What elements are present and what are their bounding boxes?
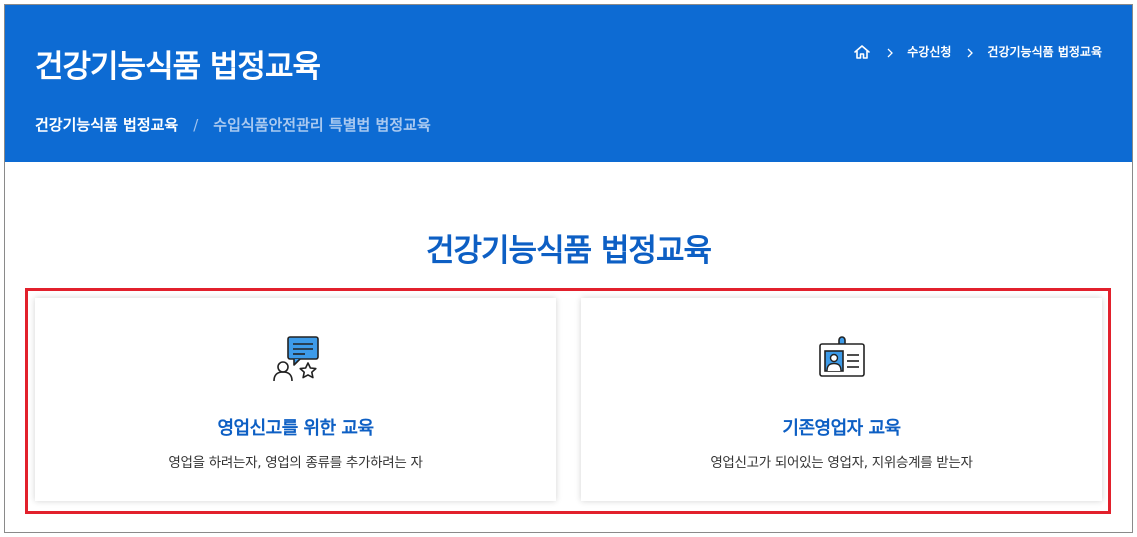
home-icon[interactable] xyxy=(853,44,871,60)
sub-navigation: 건강기능식품 법정교육 / 수입식품안전관리 특별법 법정교육 xyxy=(35,114,431,135)
page-header: 건강기능식품 법정교육 수강신청 건강기능식품 법정교육 건강기능식품 법정교육… xyxy=(5,5,1132,162)
chat-person-star-icon xyxy=(271,334,321,384)
card-description: 영업신고가 되어있는 영업자, 지위승계를 받는자 xyxy=(710,455,973,471)
chevron-right-icon xyxy=(965,47,975,57)
subnav-item-health-food[interactable]: 건강기능식품 법정교육 xyxy=(35,114,178,135)
subnav-item-imported-food[interactable]: 수입식품안전관리 특별법 법정교육 xyxy=(213,114,430,135)
page-frame: 건강기능식품 법정교육 수강신청 건강기능식품 법정교육 건강기능식품 법정교육… xyxy=(4,4,1133,533)
breadcrumb-item-enrollment[interactable]: 수강신청 xyxy=(907,43,951,60)
card-title: 기존영업자 교육 xyxy=(782,418,901,439)
card-new-business-education[interactable]: 영업신고를 위한 교육 영업을 하려는자, 영업의 종류를 추가하려는 자 xyxy=(35,298,556,501)
breadcrumb-item-current[interactable]: 건강기능식품 법정교육 xyxy=(987,43,1102,60)
section-title: 건강기능식품 법정교육 xyxy=(426,233,712,269)
card-existing-business-education[interactable]: 기존영업자 교육 영업신고가 되어있는 영업자, 지위승계를 받는자 xyxy=(581,298,1102,501)
page-title: 건강기능식품 법정교육 xyxy=(35,49,321,85)
card-description: 영업을 하려는자, 영업의 종류를 추가하려는 자 xyxy=(168,455,423,471)
subnav-separator: / xyxy=(193,115,199,134)
breadcrumb: 수강신청 건강기능식품 법정교육 xyxy=(853,43,1102,60)
chevron-right-icon xyxy=(885,47,895,57)
id-badge-icon xyxy=(817,334,867,384)
card-title: 영업신고를 위한 교육 xyxy=(217,418,374,439)
